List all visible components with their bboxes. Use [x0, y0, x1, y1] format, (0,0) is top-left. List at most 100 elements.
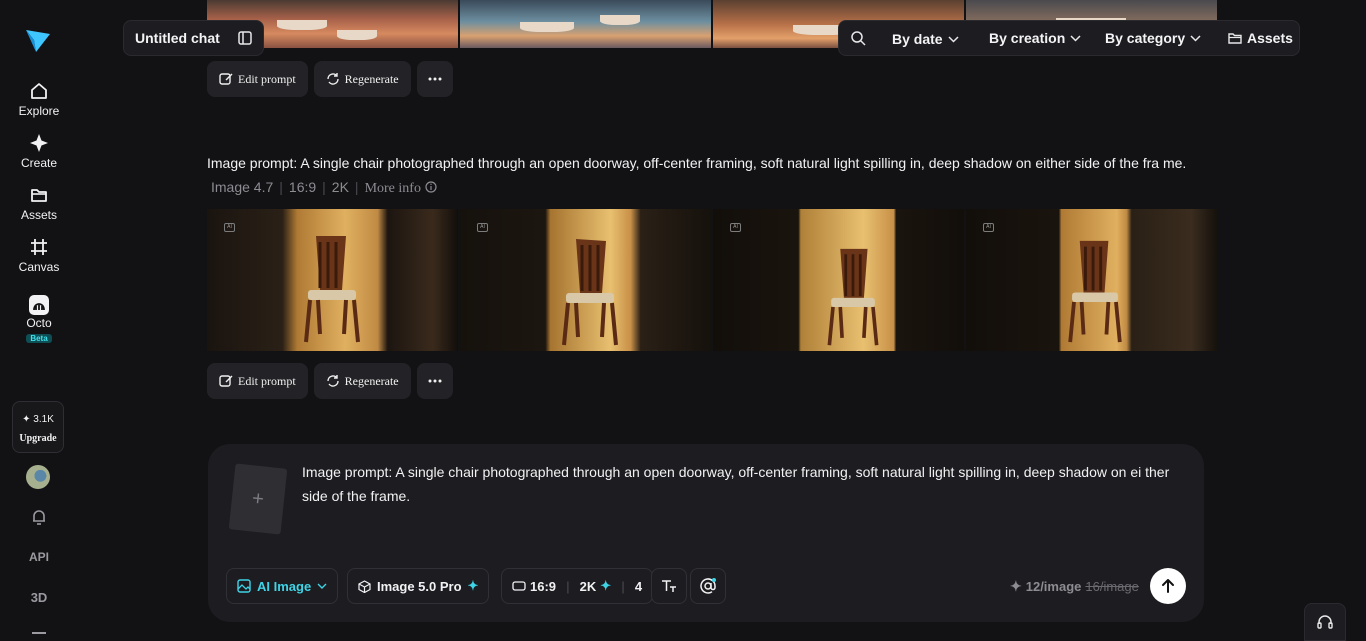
support-button[interactable]: [1304, 603, 1346, 641]
sidebar-toggle-icon[interactable]: [238, 31, 252, 45]
chair-illustration: [1068, 240, 1122, 343]
filter-by-category[interactable]: By category: [1105, 30, 1201, 46]
sidebar-item-create[interactable]: Create: [0, 133, 78, 170]
filter-label: By creation: [989, 30, 1066, 46]
resolution-label: 2K: [579, 578, 597, 594]
generated-image[interactable]: AI: [966, 209, 1217, 351]
credits-value: 3.1K: [33, 414, 54, 425]
at-mention-icon: [700, 578, 716, 594]
more-options-button[interactable]: [416, 363, 453, 399]
divider: |: [566, 578, 570, 594]
edit-icon: [219, 375, 233, 387]
edit-icon: [219, 73, 233, 85]
resolution-tag: 2K: [331, 179, 349, 195]
mode-selector[interactable]: AI Image: [226, 568, 339, 604]
assets-button[interactable]: Assets: [1228, 30, 1293, 46]
sparkle-icon: ✦: [467, 578, 479, 593]
ai-badge: AI: [477, 223, 488, 232]
result-meta: Image 4.7 | 16:9 | 2K | More info: [207, 179, 437, 196]
sparkle-icon: ✦: [1010, 578, 1022, 594]
upgrade-label: Upgrade: [19, 433, 57, 444]
chevron-down-icon: [1070, 34, 1081, 42]
chair-illustration: [562, 239, 618, 346]
cost-value: 12/image: [1025, 579, 1082, 594]
model-label: Image 5.0 Pro: [377, 578, 462, 594]
text-style-button[interactable]: [651, 568, 687, 604]
filter-bar: By date By creation By category Assets: [838, 20, 1300, 56]
edit-prompt-button[interactable]: Edit prompt: [207, 61, 308, 97]
generated-image[interactable]: AI: [207, 209, 458, 351]
send-button[interactable]: [1150, 568, 1186, 604]
sidebar-item-label: Octo: [26, 316, 52, 330]
sidebar-item-label: Create: [20, 156, 58, 170]
model-tag: Image 4.7: [211, 179, 274, 195]
sidebar-item-canvas[interactable]: Canvas: [0, 237, 78, 274]
mode-label: AI Image: [257, 578, 312, 594]
refresh-icon: [326, 73, 339, 85]
sidebar-item-assets[interactable]: Assets: [0, 185, 78, 222]
filter-by-date[interactable]: By date: [892, 31, 959, 47]
logo-icon[interactable]: [24, 26, 52, 54]
chair-illustration: [304, 236, 360, 343]
edit-prompt-button[interactable]: Edit prompt: [207, 363, 308, 399]
bell-icon[interactable]: [30, 508, 48, 526]
info-icon[interactable]: [425, 181, 437, 193]
edit-prompt-label: Edit prompt: [238, 373, 296, 388]
model-selector[interactable]: Image 5.0 Pro ✦: [347, 568, 490, 604]
more-options-button[interactable]: [416, 61, 453, 97]
sidebar-item-api[interactable]: API: [0, 550, 78, 564]
previous-result-actions: Edit prompt Regenerate: [207, 61, 453, 97]
avatar[interactable]: [26, 465, 50, 489]
filter-label: By category: [1105, 30, 1186, 46]
cube-icon: [358, 579, 371, 593]
generated-image[interactable]: [460, 0, 711, 48]
arrow-up-icon: [1162, 579, 1174, 593]
text-format-icon: [662, 580, 676, 592]
chevron-down-icon: [1190, 34, 1201, 42]
folder-icon: [1228, 33, 1242, 44]
regenerate-button[interactable]: Regenerate: [313, 61, 411, 97]
prompt-text: A single chair photographed through an o…: [300, 155, 1187, 171]
ellipsis-icon: [428, 379, 442, 383]
beta-badge: Beta: [26, 334, 52, 343]
sparkle-icon: [30, 134, 48, 152]
filter-label: By date: [892, 31, 943, 47]
mention-button[interactable]: [690, 568, 726, 604]
headset-icon: [1317, 615, 1333, 629]
assets-label: Assets: [1247, 30, 1293, 46]
plus-icon: +: [251, 486, 266, 511]
regenerate-button[interactable]: Regenerate: [313, 363, 411, 399]
octo-icon: [29, 295, 49, 315]
count-label: 4: [634, 578, 643, 594]
sidebar-item-3d[interactable]: 3D: [0, 590, 78, 605]
regenerate-label: Regenerate: [344, 71, 399, 86]
result-prompt: Image prompt: A single chair photographe…: [207, 151, 1217, 201]
ai-badge: AI: [224, 223, 235, 232]
chat-title[interactable]: Untitled chat: [135, 30, 220, 46]
sidebar-item-explore[interactable]: Explore: [0, 81, 78, 118]
image-icon: [237, 579, 251, 593]
menu-icon[interactable]: [32, 632, 46, 634]
generated-image[interactable]: AI: [713, 209, 964, 351]
more-info-link[interactable]: More info: [365, 181, 421, 196]
output-settings[interactable]: 16:9 | 2K ✦ | 4: [501, 568, 654, 604]
ai-badge: AI: [730, 223, 741, 232]
sidebar-item-label: Assets: [20, 208, 57, 222]
chat-title-bar: Untitled chat: [123, 20, 264, 56]
search-icon[interactable]: [851, 31, 866, 46]
generated-image[interactable]: AI: [460, 209, 711, 351]
upgrade-button[interactable]: ✦ 3.1K Upgrade: [12, 401, 64, 453]
divider: |: [621, 578, 625, 594]
sidebar-item-octo[interactable]: Octo Beta: [0, 294, 78, 344]
credits-count: ✦ 3.1K: [13, 410, 63, 429]
upload-reference-button[interactable]: +: [228, 463, 288, 535]
result-actions: Edit prompt Regenerate: [207, 363, 453, 399]
prompt-input[interactable]: Image prompt: A single chair photographe…: [302, 460, 1188, 508]
edit-prompt-label: Edit prompt: [238, 71, 296, 86]
filter-by-creation[interactable]: By creation: [989, 30, 1081, 46]
ratio-label: 16:9: [530, 578, 557, 594]
canvas-icon: [31, 239, 47, 255]
prompt-prefix: Image prompt:: [207, 155, 301, 171]
ellipsis-icon: [428, 77, 442, 81]
ratio-tag: 16:9: [288, 179, 317, 195]
